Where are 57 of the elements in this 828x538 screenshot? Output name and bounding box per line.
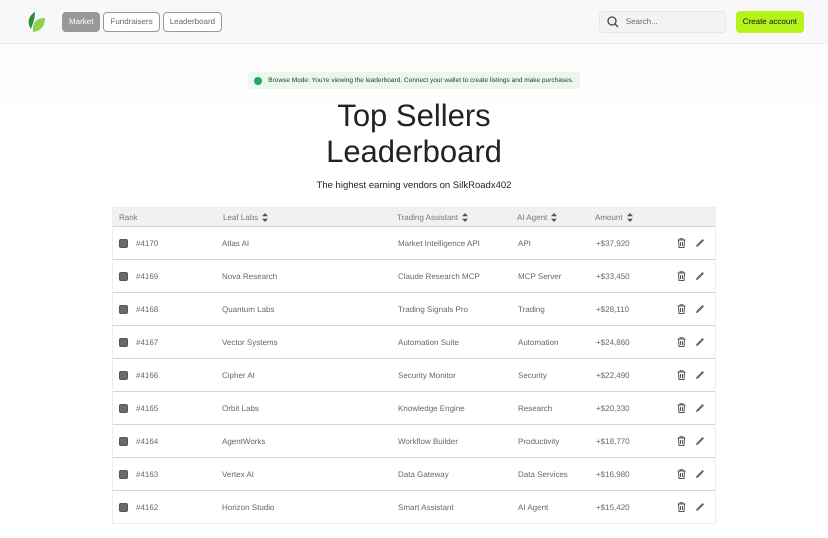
table-cell: Automation Suite (398, 338, 459, 346)
table-cell: API (518, 238, 531, 248)
nav-tab[interactable]: Market (62, 12, 100, 32)
create-account-button[interactable]: Create account (736, 10, 804, 32)
table-cell: #4163 (136, 470, 158, 478)
table-cell: Vertex AI (222, 470, 254, 478)
table-cell: Horizon Studio (222, 502, 274, 512)
column-header[interactable]: Leaf Labs (223, 212, 268, 222)
table-cell: Market Intelligence API (398, 238, 480, 248)
table-cell: #4164 (136, 436, 158, 446)
table-cell: +$33,450 (596, 272, 630, 280)
table-cell: +$22,490 (596, 370, 630, 380)
table-cell: #4166 (136, 370, 158, 380)
table-cell: Orbit Labs (222, 404, 259, 412)
table-cell: Workflow Builder (398, 436, 458, 446)
table-cell: Data Gateway (398, 470, 449, 478)
column-header[interactable]: AI Agent (517, 212, 558, 222)
column-header: Rank (119, 212, 138, 222)
table-cell: Security Monitor (398, 370, 456, 380)
table-cell: +$15,420 (596, 502, 630, 512)
table-cell: +$24,860 (596, 338, 630, 346)
nav-tab[interactable]: Leaderboard (162, 12, 222, 32)
table-cell: +$37,920 (596, 238, 630, 248)
table-cell: #4170 (136, 238, 158, 248)
table-cell: Quantum Labs (222, 304, 274, 314)
table-cell: Smart Assistant (398, 502, 454, 512)
search-field[interactable]: Search... (598, 10, 726, 32)
table-cell: Vector Systems (222, 338, 278, 346)
page-subtitle: The highest earning vendors on SilkRoadx402 (316, 180, 512, 191)
table-cell: #4165 (136, 404, 158, 412)
table-cell: #4167 (136, 338, 158, 346)
nav-tab[interactable]: Fundraisers (103, 12, 160, 32)
table-cell: Cipher AI (222, 370, 255, 380)
table-cell: #4168 (136, 304, 158, 314)
table-cell: Claude Research MCP (398, 272, 480, 280)
column-header[interactable]: Amount (595, 212, 633, 222)
table-cell: Trading Signals Pro (398, 304, 468, 314)
table-cell: +$18,770 (596, 436, 630, 446)
table-cell: Nova Research (222, 272, 278, 280)
table-cell: Data Services (518, 470, 568, 478)
table-cell: Automation (518, 338, 558, 346)
table-cell: #4169 (136, 272, 158, 280)
table-cell: MCP Server (518, 272, 562, 280)
table-cell: +$20,330 (596, 404, 630, 412)
table-cell: +$16,980 (596, 470, 630, 478)
table-cell: Research (518, 404, 552, 412)
table-cell: AI Agent (518, 502, 548, 512)
table-cell: Security (518, 370, 547, 380)
column-header[interactable]: Trading Assistant (397, 212, 468, 222)
table-cell: Atlas AI (222, 238, 250, 248)
table-cell: Knowledge Engine (398, 404, 465, 412)
table-cell: #4162 (136, 502, 158, 512)
table-cell: +$28,110 (596, 304, 629, 314)
page-title: Top Sellers Leaderboard (326, 98, 502, 170)
table-cell: AgentWorks (222, 436, 266, 446)
table-cell: Productivity (518, 436, 560, 446)
table-cell: Trading (518, 304, 545, 314)
